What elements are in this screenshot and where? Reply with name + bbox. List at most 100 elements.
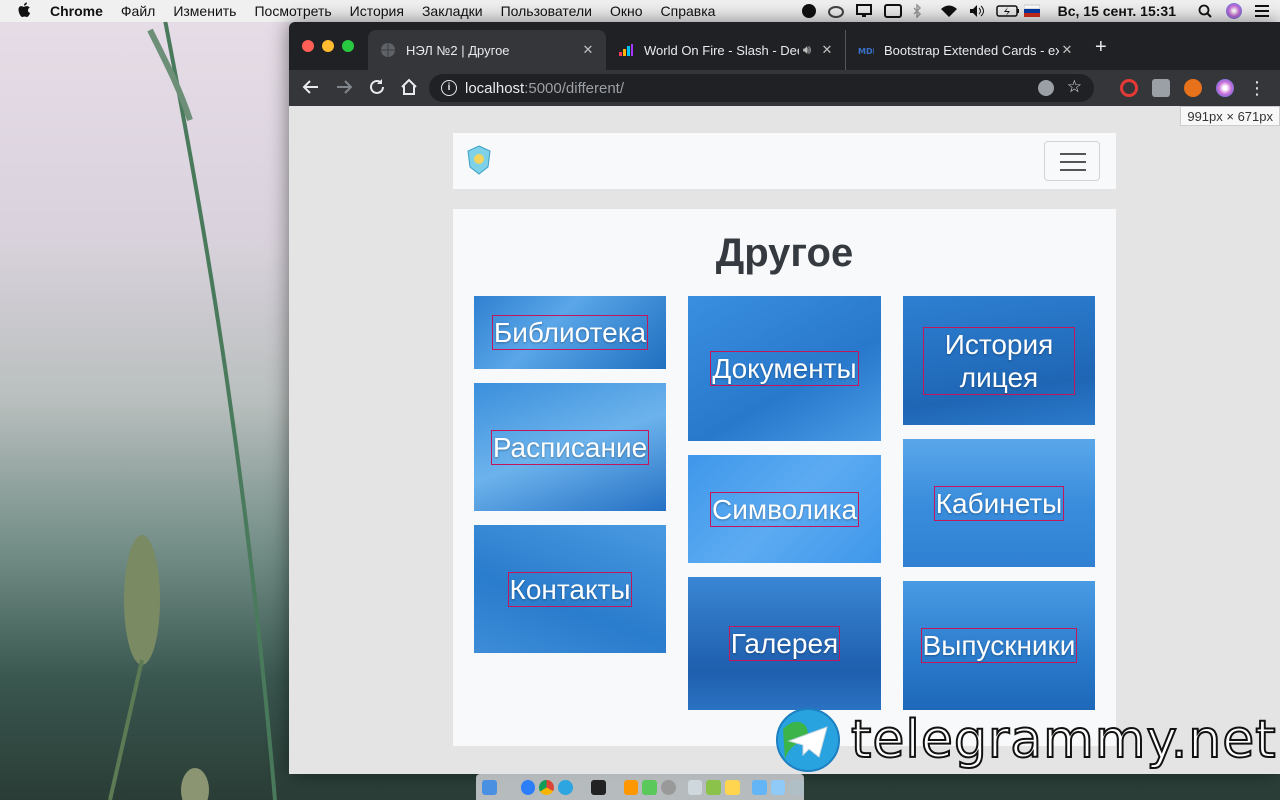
spotlight-search-icon[interactable] xyxy=(1198,4,1214,18)
extension-target-icon[interactable] xyxy=(1120,79,1138,97)
chrome-window: НЭЛ №2 | Другое ✕ World On Fire - Slash … xyxy=(289,22,1280,774)
site-info-icon[interactable]: i xyxy=(441,80,457,96)
forward-arrow-icon[interactable] xyxy=(334,78,354,98)
apple-icon[interactable] xyxy=(18,1,32,21)
menu-history[interactable]: История xyxy=(350,3,404,19)
window-controls xyxy=(302,40,354,52)
trash-icon[interactable] xyxy=(789,779,805,795)
tab-title: НЭЛ №2 | Другое xyxy=(406,42,510,58)
wifi-icon[interactable] xyxy=(940,4,957,18)
site-navbar xyxy=(453,133,1116,189)
notes-icon[interactable] xyxy=(725,779,740,795)
card-documents[interactable]: Документы xyxy=(688,296,881,441)
window-icon[interactable] xyxy=(883,4,902,18)
new-tab-button[interactable]: + xyxy=(1095,36,1107,59)
bookmark-star-icon[interactable]: ☆ xyxy=(1067,77,1082,97)
school-logo-icon[interactable] xyxy=(467,145,491,175)
finder-icon[interactable] xyxy=(482,779,497,795)
tab-world-on-fire[interactable]: World On Fire - Slash - Dee 🔊︎ ✕ xyxy=(606,30,845,70)
browser-toolbar: i localhost :5000/different/ ☆ ⋮ xyxy=(289,70,1280,106)
extension-download-icon[interactable] xyxy=(1152,79,1170,97)
card-lyceum-history[interactable]: История лицея xyxy=(903,296,1095,425)
globe-icon xyxy=(381,43,395,57)
creative-cloud-icon[interactable] xyxy=(827,4,844,18)
battery-icon[interactable] xyxy=(995,4,1019,18)
menu-help[interactable]: Справка xyxy=(661,3,716,19)
menu-window[interactable]: Окно xyxy=(610,3,643,19)
deezer-icon xyxy=(619,44,633,56)
close-tab-icon[interactable]: ✕ xyxy=(819,42,835,58)
watermark-text: telegrammy.net xyxy=(850,709,1277,771)
siri-icon[interactable] xyxy=(1226,3,1242,19)
content-panel: Другое Библиотека Расписание Контакты До… xyxy=(453,209,1116,746)
close-tab-icon[interactable]: ✕ xyxy=(580,42,596,58)
telegrammy-watermark: telegrammy.net xyxy=(775,707,1277,773)
photos-icon[interactable] xyxy=(687,779,703,795)
reload-icon[interactable] xyxy=(367,78,387,98)
card-label: Расписание xyxy=(490,429,650,465)
card-label: Символика xyxy=(709,491,860,527)
notification-center-icon[interactable] xyxy=(1254,4,1270,18)
chrome-icon[interactable] xyxy=(539,779,555,795)
card-graduates[interactable]: Выпускники xyxy=(903,581,1095,710)
card-label: Выпускники xyxy=(920,628,1078,663)
menu-edit[interactable]: Изменить xyxy=(173,3,236,19)
menu-view[interactable]: Посмотреть xyxy=(254,3,331,19)
card-symbols[interactable]: Символика xyxy=(688,455,881,563)
maps-icon[interactable] xyxy=(642,779,658,795)
home-icon[interactable] xyxy=(399,78,419,98)
card-contacts[interactable]: Контакты xyxy=(474,525,666,653)
menubar-clock[interactable]: Вс, 15 сент. 15:31 xyxy=(1058,3,1176,19)
zoom-window-button[interactable] xyxy=(342,40,354,52)
chrome-menu-icon[interactable]: ⋮ xyxy=(1248,79,1266,97)
card-label: Галерея xyxy=(728,626,841,661)
audio-playing-icon[interactable]: 🔊︎ xyxy=(799,42,815,58)
downloads-icon[interactable] xyxy=(770,779,786,795)
macos-dock xyxy=(476,774,805,800)
svg-text:MDB: MDB xyxy=(858,47,874,56)
tab-strip: НЭЛ №2 | Другое ✕ World On Fire - Slash … xyxy=(289,22,1280,70)
card-gallery[interactable]: Галерея xyxy=(688,577,881,710)
wallpaper-grass xyxy=(108,19,277,800)
volume-icon[interactable] xyxy=(968,4,984,18)
app-store-icon[interactable] xyxy=(520,779,536,795)
card-classrooms[interactable]: Кабинеты xyxy=(903,439,1095,567)
back-arrow-icon[interactable] xyxy=(301,78,321,98)
clock-icon[interactable] xyxy=(661,779,676,795)
address-bar[interactable]: i localhost :5000/different/ ☆ xyxy=(429,74,1094,102)
close-tab-icon[interactable]: ✕ xyxy=(1059,42,1075,58)
minimize-window-button[interactable] xyxy=(322,40,334,52)
mdb-icon: MDB xyxy=(858,47,874,56)
extensions-area: ⋮ xyxy=(1120,79,1266,97)
url-path: :5000/different/ xyxy=(524,79,625,97)
bluetooth-icon[interactable] xyxy=(912,3,928,19)
sublime-icon[interactable] xyxy=(623,779,639,795)
display-icon[interactable] xyxy=(855,4,872,18)
menu-app-chrome[interactable]: Chrome xyxy=(50,3,103,19)
preview-icon[interactable] xyxy=(706,779,722,795)
card-schedule[interactable]: Расписание xyxy=(474,383,666,511)
close-window-button[interactable] xyxy=(302,40,314,52)
tab-nel-other[interactable]: НЭЛ №2 | Другое ✕ xyxy=(368,30,606,70)
extension-tampermonkey-icon[interactable] xyxy=(1184,79,1202,97)
translate-blocked-icon[interactable] xyxy=(1038,80,1054,96)
tab-title: World On Fire - Slash - Dee xyxy=(644,42,799,58)
profile-avatar-icon[interactable] xyxy=(1216,79,1234,97)
telegram-icon[interactable] xyxy=(558,779,573,795)
card-label: Кабинеты xyxy=(933,485,1065,521)
card-label: Документы xyxy=(710,351,859,386)
menu-users[interactable]: Пользователи xyxy=(501,3,592,19)
terminal-icon[interactable] xyxy=(590,779,606,795)
card-label: Контакты xyxy=(507,571,633,607)
card-label: Библиотека xyxy=(491,315,649,350)
status-app-icon[interactable] xyxy=(801,4,816,18)
tab-bootstrap-cards[interactable]: MDB Bootstrap Extended Cards - ex ✕ xyxy=(845,30,1085,70)
tab-title: Bootstrap Extended Cards - ex xyxy=(884,42,1059,58)
menu-bookmarks[interactable]: Закладки xyxy=(422,3,483,19)
russian-flag-icon[interactable] xyxy=(1023,4,1041,18)
folder-icon[interactable] xyxy=(751,779,767,795)
card-library[interactable]: Библиотека xyxy=(474,296,666,369)
telegram-globe-icon xyxy=(776,708,840,772)
menu-file[interactable]: Файл xyxy=(121,3,155,19)
navbar-toggler-button[interactable] xyxy=(1044,141,1100,181)
